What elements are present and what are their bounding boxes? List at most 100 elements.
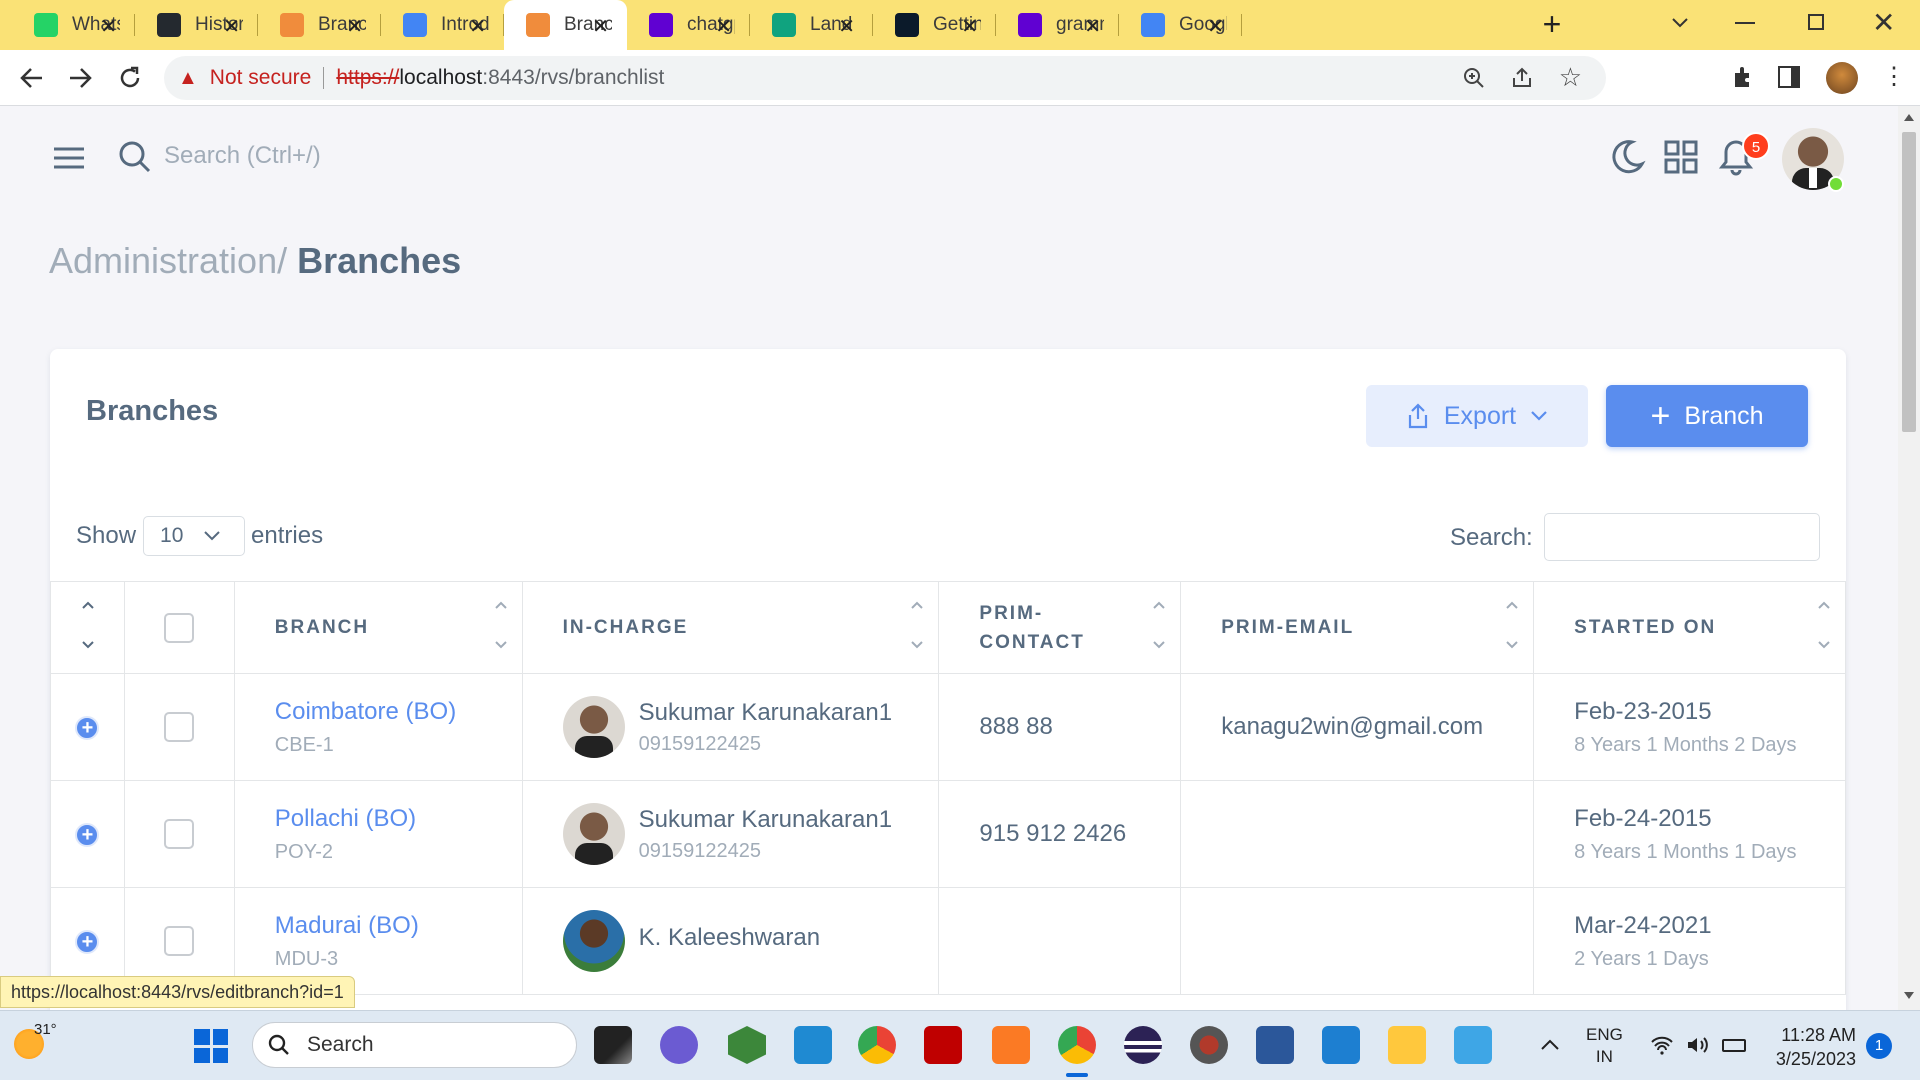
close-window-button[interactable]: ✕ — [1872, 6, 1895, 39]
address-bar[interactable]: ▲ Not secure https:// localhost :8443/rv… — [164, 56, 1606, 100]
row-checkbox[interactable] — [164, 712, 195, 742]
chrome-active-icon[interactable] — [1058, 1026, 1096, 1064]
warning-icon[interactable]: ▲ — [178, 67, 198, 90]
col-started[interactable]: STARTED ON — [1533, 581, 1846, 674]
start-button[interactable] — [194, 1029, 228, 1063]
tab-close-icon[interactable]: ✕ — [715, 14, 732, 39]
branch-link[interactable]: Coimbatore (BO) — [275, 698, 522, 726]
system-tray-chevron-icon[interactable] — [1540, 1037, 1560, 1051]
side-panel-icon[interactable] — [1778, 66, 1800, 88]
volume-icon[interactable] — [1686, 1035, 1710, 1055]
word-icon[interactable] — [1256, 1026, 1294, 1064]
new-tab-button[interactable]: + — [1535, 8, 1569, 42]
wifi-icon[interactable] — [1650, 1035, 1674, 1055]
eclipse-icon[interactable] — [1124, 1026, 1162, 1064]
sort-icon[interactable] — [1152, 598, 1166, 652]
apps-grid-icon[interactable] — [1664, 140, 1698, 174]
add-branch-button[interactable]: + Branch — [1606, 385, 1808, 447]
sort-icon[interactable] — [1817, 598, 1831, 652]
tab-close-icon[interactable]: ✕ — [469, 14, 486, 39]
expand-row-icon[interactable]: + — [75, 823, 100, 847]
chrome-icon[interactable] — [858, 1026, 896, 1064]
scroll-thumb[interactable] — [1902, 132, 1916, 432]
language-indicator[interactable]: ENG IN — [1586, 1024, 1623, 1068]
browser-tab[interactable]: chatgpt✕ — [627, 0, 750, 50]
col-email[interactable]: PRIM-EMAIL — [1180, 581, 1535, 674]
search-icon[interactable] — [118, 140, 152, 174]
zoom-icon[interactable] — [1462, 66, 1486, 90]
forward-button[interactable] — [66, 64, 94, 92]
entries-select[interactable]: 10 — [143, 516, 246, 556]
select-all-checkbox[interactable] — [164, 612, 195, 643]
col-incharge[interactable]: IN-CHARGE — [521, 581, 940, 674]
browser-tab[interactable]: Google✕ — [1119, 0, 1242, 50]
not-secure-label[interactable]: Not secure — [210, 66, 312, 90]
tab-close-icon[interactable]: ✕ — [346, 14, 363, 39]
browser-tab[interactable]: Getting✕ — [873, 0, 996, 50]
photos-icon[interactable] — [1454, 1026, 1492, 1064]
filezilla-icon[interactable] — [924, 1026, 962, 1064]
teams-chat-icon[interactable] — [660, 1026, 698, 1064]
taskbar-search-box[interactable]: Search — [252, 1022, 577, 1068]
browser-tab[interactable]: Branches✕ — [504, 0, 627, 50]
share-icon[interactable] — [1510, 66, 1534, 90]
col-branch[interactable]: BRANCH — [233, 581, 523, 674]
file-explorer-icon[interactable] — [1388, 1026, 1426, 1064]
branch-link[interactable]: Pollachi (BO) — [275, 805, 522, 833]
expand-sort-header[interactable] — [50, 581, 125, 674]
xampp-icon[interactable] — [992, 1026, 1030, 1064]
restore-button[interactable] — [1808, 14, 1824, 30]
tab-close-icon[interactable]: ✕ — [592, 14, 609, 39]
notepad-icon[interactable] — [1322, 1026, 1360, 1064]
weather-temp[interactable]: 31° — [34, 1021, 57, 1038]
vscode-icon[interactable] — [794, 1026, 832, 1064]
battery-icon[interactable] — [1722, 1039, 1746, 1052]
tab-close-icon[interactable]: ✕ — [100, 14, 117, 39]
profile-avatar-icon[interactable] — [1826, 62, 1858, 94]
settings-gear-icon[interactable] — [1190, 1026, 1228, 1064]
table-row[interactable]: + Coimbatore (BO) CBE-1 Sukumar Karunakaran… — [50, 673, 1846, 781]
nodejs-icon[interactable] — [728, 1026, 766, 1064]
branches-card: Branches Export + Branch Show 10 entries… — [50, 349, 1846, 1010]
sort-icon[interactable] — [910, 598, 924, 652]
back-button[interactable] — [18, 64, 46, 92]
scroll-down-arrow[interactable] — [1904, 992, 1914, 999]
tab-close-icon[interactable]: ✕ — [1207, 14, 1224, 39]
scroll-up-arrow[interactable] — [1904, 114, 1914, 121]
row-checkbox[interactable] — [164, 926, 195, 956]
extensions-icon[interactable] — [1730, 64, 1756, 90]
browser-tab[interactable]: History✕ — [135, 0, 258, 50]
sort-icon[interactable] — [494, 598, 508, 652]
taskview-icon[interactable] — [594, 1026, 632, 1064]
notification-center-badge[interactable]: 1 — [1866, 1033, 1892, 1059]
menu-toggle-icon[interactable] — [54, 146, 84, 170]
branch-link[interactable]: Madurai (BO) — [275, 912, 522, 940]
col-contact[interactable]: PRIM- CONTACT — [938, 581, 1182, 674]
table-search-input[interactable] — [1544, 513, 1820, 561]
clock[interactable]: 11:28 AM 3/25/2023 — [1766, 1023, 1856, 1071]
expand-row-icon[interactable]: + — [75, 930, 100, 954]
export-button[interactable]: Export — [1366, 385, 1588, 447]
browser-tab[interactable]: WhatsApp✕ — [12, 0, 135, 50]
tab-search-icon[interactable] — [1668, 10, 1692, 34]
browser-tab[interactable]: grammar✕ — [996, 0, 1119, 50]
bookmark-star-icon[interactable]: ☆ — [1559, 62, 1582, 93]
reload-button[interactable] — [116, 64, 144, 92]
table-row[interactable]: + Pollachi (BO) POY-2 Sukumar Karunakaran1 0… — [50, 780, 1846, 888]
browser-menu-icon[interactable]: ⋮ — [1882, 64, 1906, 90]
tab-close-icon[interactable]: ✕ — [1084, 14, 1101, 39]
search-input[interactable]: Search (Ctrl+/) — [164, 142, 321, 170]
browser-tab[interactable]: Introduction✕ — [381, 0, 504, 50]
notification-badge: 5 — [1742, 132, 1770, 160]
page-scrollbar[interactable] — [1898, 106, 1920, 1010]
tab-close-icon[interactable]: ✕ — [223, 14, 240, 39]
tab-close-icon[interactable]: ✕ — [961, 14, 978, 39]
expand-row-icon[interactable]: + — [75, 716, 100, 740]
browser-tab[interactable]: Branches✕ — [258, 0, 381, 50]
sort-icon[interactable] — [1505, 598, 1519, 652]
row-checkbox[interactable] — [164, 819, 195, 849]
tab-close-icon[interactable]: ✕ — [838, 14, 855, 39]
dark-mode-icon[interactable] — [1608, 138, 1646, 176]
minimize-button[interactable] — [1735, 22, 1755, 24]
browser-tab[interactable]: Land S✕ — [750, 0, 873, 50]
